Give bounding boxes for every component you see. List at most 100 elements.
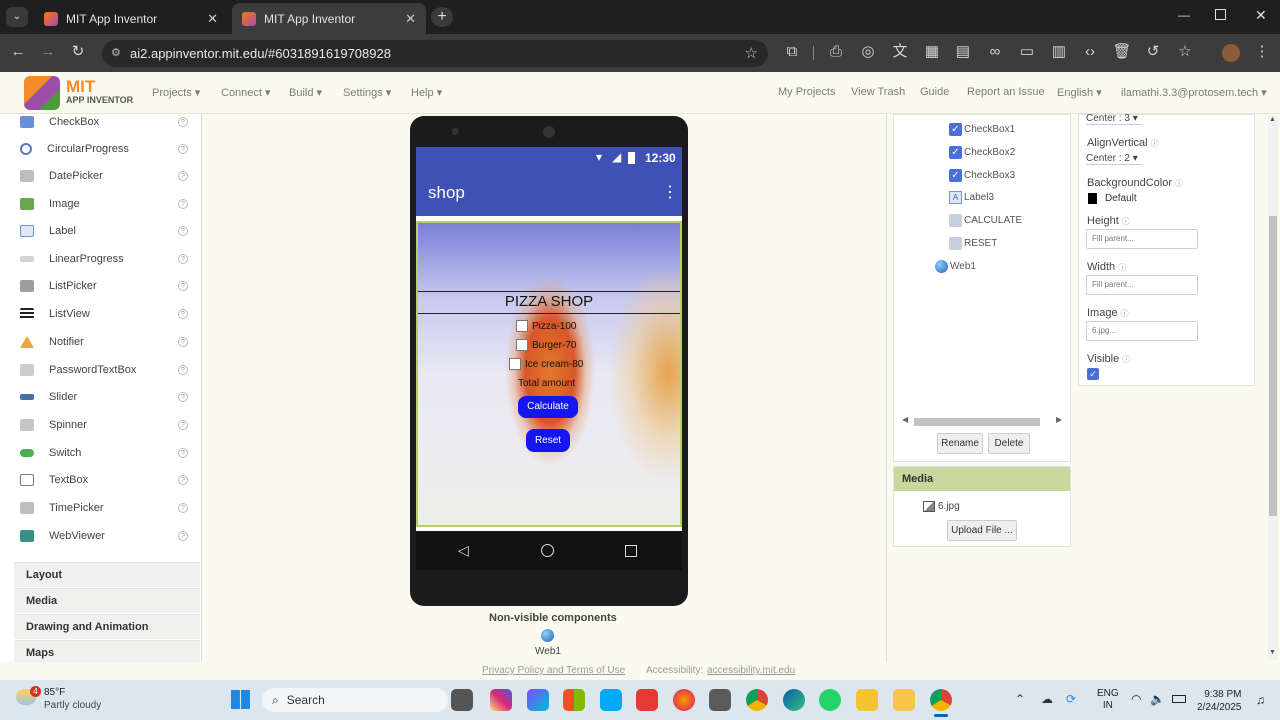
edge-icon[interactable] — [783, 689, 805, 711]
web-component-icon[interactable] — [541, 629, 554, 642]
palette-item[interactable]: TextBox? — [20, 470, 192, 490]
table-icon[interactable]: ▥ — [1049, 42, 1069, 62]
battery-icon[interactable] — [1172, 695, 1186, 703]
checkbox-icecream[interactable]: Ice cream-80 — [509, 358, 583, 370]
help-icon[interactable]: ? — [178, 199, 188, 209]
history-icon[interactable]: ↺ — [1143, 42, 1163, 62]
help-icon[interactable]: ? — [178, 226, 188, 236]
et-news-icon[interactable] — [636, 689, 658, 711]
checkbox-burger[interactable]: Burger-70 — [516, 339, 576, 351]
overflow-menu-icon[interactable]: ⋮ — [662, 169, 678, 216]
right-scrollbar[interactable]: ▲ ▼ — [1268, 116, 1278, 660]
file-explorer-dark-icon[interactable] — [451, 689, 473, 711]
help-icon[interactable]: ? — [178, 392, 188, 402]
cast-icon[interactable]: ▭ — [1017, 42, 1037, 62]
menu-settings[interactable]: Settings ▾ — [343, 86, 391, 99]
palette-item[interactable]: DatePicker? — [20, 166, 192, 186]
palette-item[interactable]: Switch? — [20, 443, 192, 463]
app-icon[interactable] — [600, 689, 622, 711]
palette-item[interactable]: ListView? — [20, 304, 192, 324]
help-icon[interactable]: ? — [178, 171, 188, 181]
folder-icon[interactable] — [893, 689, 915, 711]
palette-item[interactable]: ListPicker? — [20, 276, 192, 296]
menu-build[interactable]: Build ▾ — [289, 86, 322, 99]
palette-item[interactable]: Label? — [20, 221, 192, 241]
profile-avatar[interactable] — [1222, 44, 1240, 62]
help-icon[interactable]: ? — [178, 448, 188, 458]
more-icon[interactable]: ⋮ — [1252, 42, 1272, 62]
screen-background-image[interactable]: PIZZA SHOP Pizza-100 Burger-70 Ice cream… — [416, 221, 682, 527]
checkbox-box[interactable] — [516, 339, 528, 351]
help-icon[interactable]: ? — [178, 475, 188, 485]
calculate-button[interactable]: Calculate — [518, 396, 578, 418]
star-icon[interactable]: ☆ — [745, 40, 758, 67]
whatsapp-icon[interactable] — [819, 689, 841, 711]
notifications-bell-icon[interactable]: ♫ — [1256, 693, 1265, 707]
scroll-thumb[interactable] — [1269, 216, 1277, 516]
extension-icon[interactable]: ⧉ — [782, 42, 802, 62]
help-icon[interactable]: ? — [178, 144, 188, 154]
firefox-icon[interactable] — [673, 689, 695, 711]
instagram-icon[interactable] — [490, 689, 512, 711]
tree-item-checkbox1[interactable]: ✓ CheckBox1 — [949, 123, 1015, 136]
help-icon[interactable]: ? — [178, 254, 188, 264]
checkbox-pizza[interactable]: Pizza-100 — [516, 320, 576, 332]
help-icon[interactable]: ? — [178, 531, 188, 541]
palette-item[interactable]: PasswordTextBox? — [20, 360, 192, 380]
checkbox-box[interactable] — [509, 358, 521, 370]
align-vertical-select[interactable]: Center : 2 ▾ — [1086, 153, 1142, 165]
category-layout[interactable]: Layout — [14, 562, 200, 587]
maximize-icon[interactable] — [1215, 9, 1226, 20]
help-icon[interactable]: ⓘ — [1122, 217, 1130, 226]
taskbar-search[interactable]: ⌕ Search — [262, 688, 448, 712]
scroll-up-icon[interactable]: ▲ — [1269, 116, 1276, 123]
delete-button[interactable]: Delete — [988, 433, 1030, 454]
language-menu[interactable]: English ▾ — [1057, 86, 1102, 99]
forward-icon[interactable]: → — [38, 42, 58, 62]
help-icon[interactable]: ⓘ — [1121, 309, 1129, 318]
scroll-left-icon[interactable]: ◀ — [902, 415, 908, 424]
address-bar[interactable]: ⚙ ai2.appinventor.mit.edu/#6031891619708… — [102, 40, 768, 67]
tree-item-checkbox2[interactable]: ✓ CheckBox2 — [949, 146, 1015, 159]
help-icon[interactable]: ? — [178, 337, 188, 347]
menu-help[interactable]: Help ▾ — [411, 86, 442, 99]
scroll-right-icon[interactable]: ▶ — [1056, 415, 1062, 424]
palette-item[interactable]: Notifier? — [20, 332, 192, 352]
help-icon[interactable]: ? — [178, 117, 188, 127]
nonvisible-item[interactable]: Web1 — [535, 646, 561, 657]
help-icon[interactable]: ⓘ — [1122, 355, 1130, 364]
heading-label[interactable]: PIZZA SHOP — [418, 291, 680, 314]
clock[interactable]: 9:38 PM 2/24/2025 — [1197, 688, 1242, 714]
link-my-projects[interactable]: My Projects — [778, 86, 835, 98]
close-icon[interactable]: ✕ — [207, 11, 218, 27]
sync-icon[interactable]: ⟳ — [1066, 692, 1076, 706]
palette-item[interactable]: CircularProgress? — [20, 139, 192, 159]
align-horizontal-select[interactable]: Center : 3 ▾ — [1086, 113, 1142, 125]
browser-tab-2[interactable]: MIT App Inventor ✕ — [232, 3, 426, 34]
help-icon[interactable]: ? — [178, 420, 188, 430]
help-icon[interactable]: ⓘ — [1151, 139, 1159, 148]
privacy-link[interactable]: Privacy Policy and Terms of Use — [482, 665, 625, 676]
notes-icon[interactable] — [856, 689, 878, 711]
language-indicator[interactable]: ENG IN — [1097, 688, 1119, 712]
tree-item-checkbox3[interactable]: ✓ CheckBox3 — [949, 169, 1015, 182]
category-media[interactable]: Media — [14, 588, 200, 613]
onedrive-icon[interactable]: ☁ — [1041, 692, 1053, 706]
image-input[interactable]: 6.jpg... — [1086, 321, 1198, 341]
tree-item-calculate[interactable]: CALCULATE — [949, 214, 1022, 227]
show-hidden-icons[interactable]: ⌃ — [1015, 692, 1025, 706]
reload-icon[interactable]: ↻ — [68, 42, 88, 62]
account-menu[interactable]: ilamathi.3.3@protosem.tech ▾ — [1121, 86, 1267, 99]
tab-search-button[interactable]: ⌄ — [6, 7, 28, 27]
link-view-trash[interactable]: View Trash — [851, 86, 905, 98]
help-icon[interactable]: ⓘ — [1175, 179, 1183, 188]
width-input[interactable]: Fill parent... — [1086, 275, 1198, 295]
scroll-thumb[interactable] — [914, 418, 1040, 426]
apps-icon[interactable]: ▦ — [922, 42, 942, 62]
link-report-issue[interactable]: Report an Issue — [967, 86, 1045, 98]
favorites-icon[interactable]: ☆ — [1175, 42, 1195, 62]
link-guide[interactable]: Guide — [920, 86, 949, 98]
browser-tab-1[interactable]: MIT App Inventor ✕ — [34, 3, 228, 34]
reset-button[interactable]: Reset — [526, 429, 570, 452]
close-icon[interactable]: ✕ — [405, 11, 416, 27]
